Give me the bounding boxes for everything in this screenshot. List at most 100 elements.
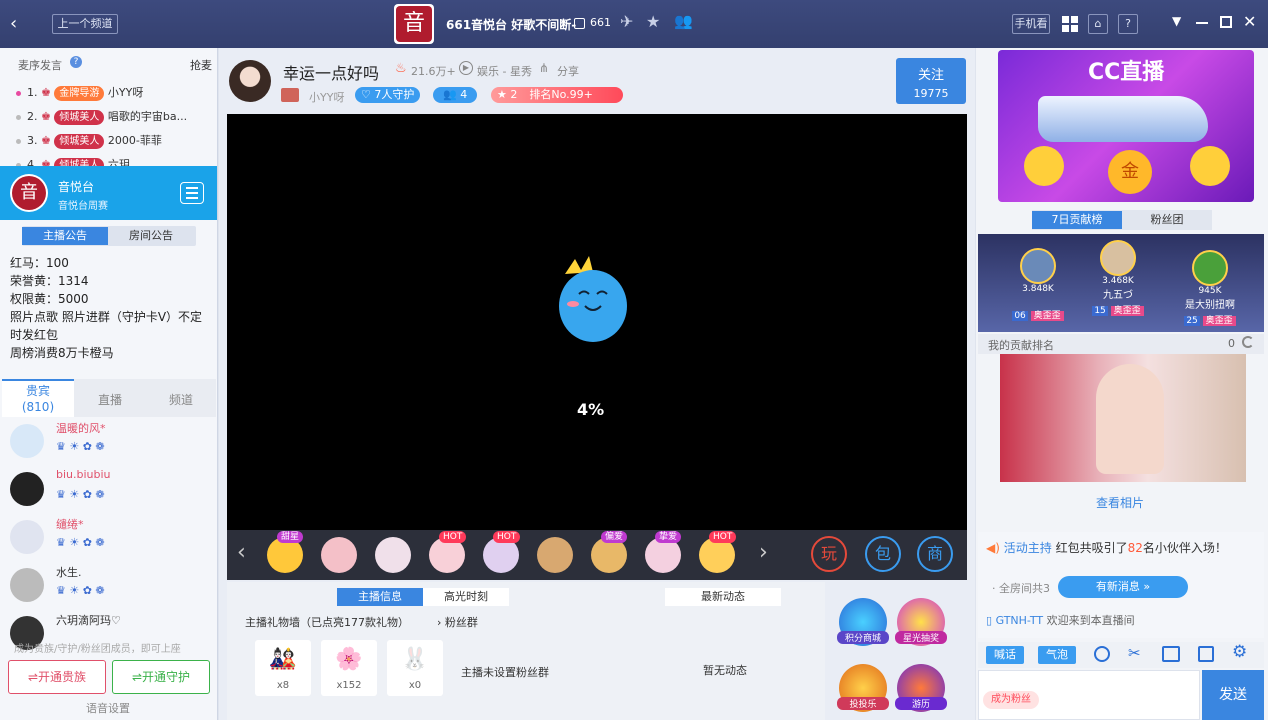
gift-badge: HOT (493, 531, 521, 543)
fans-badge[interactable]: 👥 4 (433, 87, 478, 103)
rank-tag: 倾城美人 (54, 134, 105, 149)
channel-logo: 音 (394, 4, 434, 44)
user-list-item[interactable]: 温暖的风* ♛ ☀ ✿ ❁ (8, 420, 208, 468)
send-button[interactable]: 发送 (1202, 670, 1264, 720)
become-fan-button[interactable]: 成为粉丝 (983, 691, 1039, 709)
grid-icon[interactable] (1062, 16, 1078, 32)
gift-wall-item[interactable]: 🌸 x152 (321, 640, 377, 696)
channel-card[interactable]: 音 音悦台 音悦台周赛 (0, 166, 217, 220)
tab-live[interactable]: 直播 (74, 391, 146, 408)
gift-prev-icon[interactable]: ‹ (237, 540, 246, 565)
mic-rank-item[interactable]: 1. ♚ 金牌导游 小YY呀 (16, 82, 206, 106)
settings-icon[interactable]: ⚙ (1232, 642, 1247, 662)
top-contributor[interactable]: 3.468K 九五づ 15 奥歪歪 (1088, 240, 1148, 316)
rank-badge[interactable]: ★ 2 排名No.99+ (491, 87, 623, 103)
refresh-icon[interactable] (1242, 336, 1254, 348)
follow-button[interactable]: 关注 19775 (896, 58, 966, 104)
star-icon[interactable]: ★ (646, 12, 660, 31)
user-list-item[interactable]: 水生. ♛ ☀ ✿ ❁ (8, 564, 208, 612)
tab-fan-club[interactable]: 粉丝团 (1122, 211, 1212, 229)
gift-wall-item[interactable]: 🐰 x0 (387, 640, 443, 696)
help-icon[interactable]: ? (1118, 14, 1138, 34)
rank-tag: 金牌导游 (54, 86, 105, 101)
fans-group-link[interactable]: › 粉丝群 (437, 614, 478, 630)
anchor-avatar[interactable] (229, 60, 271, 102)
open-guard-button[interactable]: ⇌开通守护 (112, 660, 210, 694)
shop-icon[interactable]: 商 (917, 536, 953, 572)
contributor-name: 九五づ (1103, 290, 1133, 301)
grab-mic-button[interactable]: 抢麦 (190, 57, 212, 73)
minimize-icon[interactable] (1196, 22, 1208, 24)
tab-7day-rank[interactable]: 7日贡献榜 (1032, 211, 1122, 229)
voice-settings-link[interactable]: 语音设置 (86, 700, 130, 716)
chat-input[interactable]: 成为粉丝 (978, 670, 1200, 720)
tab-latest-news[interactable]: 最新动态 (665, 588, 781, 606)
play-game-icon[interactable]: 玩 (811, 536, 847, 572)
image-icon[interactable] (1162, 646, 1180, 662)
user-name: biu.biubiu (56, 468, 111, 481)
prev-channel-button[interactable]: 上一个频道 (52, 14, 118, 34)
gift-wall-title: 主播礼物墙（已点亮177款礼物） (245, 616, 409, 629)
copy-icon[interactable] (1198, 646, 1214, 662)
chat-prefix[interactable]: 活动主持 (1004, 541, 1052, 555)
gift-item[interactable] (537, 537, 573, 573)
top-contributor[interactable]: 3.848K 06 奥歪歪 (1008, 248, 1068, 321)
backpack-icon[interactable]: 包 (865, 536, 901, 572)
shout-button[interactable]: 喊话 (986, 646, 1024, 664)
tab-anchor-notice[interactable]: 主播公告 (22, 227, 108, 245)
phone-icon: ▯ (986, 614, 993, 627)
gift-item[interactable]: 挚爱 (645, 531, 681, 573)
tab-anchor-info[interactable]: 主播信息 (337, 588, 423, 606)
event-banner[interactable]: CC直播 金 (998, 50, 1254, 202)
open-noble-button[interactable]: ⇌开通贵族 (8, 660, 106, 694)
gift-item[interactable]: 甜星 (267, 531, 303, 573)
tab-room-notice[interactable]: 房间公告 (108, 227, 194, 245)
gift-item[interactable]: HOT (483, 531, 521, 573)
share-icon[interactable]: ⋔ (539, 61, 549, 75)
scissors-icon[interactable]: ✂ (1128, 644, 1141, 662)
users-icon[interactable]: 👥 (674, 12, 693, 30)
bubble-button[interactable]: 气泡 (1038, 646, 1076, 664)
guards-badge[interactable]: ♡ 7人守护 (355, 87, 421, 103)
user-list-item[interactable]: 缱绻* ♛ ☀ ✿ ❁ (8, 516, 208, 564)
tab-vip[interactable]: 贵宾 (810) (2, 379, 74, 417)
category-link[interactable]: 娱乐 - 星秀 (477, 63, 532, 79)
gift-bar: ‹ 甜星 HOT HOT 偏爱 挚爱 HOT › 玩 包 商 (227, 530, 967, 580)
close-icon[interactable]: ✕ (1243, 12, 1256, 31)
video-player[interactable]: 4% (227, 114, 967, 530)
gift-item[interactable]: HOT (699, 531, 737, 573)
star-lottery-button[interactable]: 星光抽奖 (895, 598, 947, 646)
tab-highlights[interactable]: 高光时刻 (423, 588, 509, 606)
gift-item[interactable] (321, 537, 357, 573)
play-icon: ▶ (459, 61, 473, 75)
mobile-view-button[interactable]: 手机看 (1012, 14, 1050, 34)
my-rank-value: 0 (1228, 337, 1235, 350)
points-mall-button[interactable]: 积分商城 (837, 598, 889, 646)
tab-channel[interactable]: 频道 (146, 391, 216, 408)
emoji-icon[interactable] (1094, 646, 1110, 662)
top-contributor[interactable]: 945K 是大别扭啊 25 奥歪歪 (1180, 250, 1240, 326)
gift-item[interactable]: 偏爱 (591, 531, 627, 573)
gift-item[interactable] (375, 537, 411, 573)
dropdown-icon[interactable]: ▼ (1172, 14, 1181, 28)
footer-hint: 成为贵族/守护/粉丝团成员，即可上座 (14, 644, 181, 655)
gift-next-icon[interactable]: › (759, 540, 768, 565)
share-link[interactable]: 分享 (557, 63, 579, 79)
anchor-sub-name: 小YY呀 (309, 91, 345, 104)
bell-icon[interactable]: ⌂ (1088, 14, 1108, 34)
anchor-photo[interactable] (1000, 354, 1246, 482)
gift-wall-item[interactable]: 🎎 x8 (255, 640, 311, 696)
view-photos-link[interactable]: 查看相片 (1096, 494, 1144, 511)
vip-icon: ♚ (41, 110, 51, 123)
toss-game-button[interactable]: 投投乐 (837, 664, 889, 712)
new-message-button[interactable]: 有新消息 » (1058, 576, 1188, 598)
plane-icon[interactable]: ✈ (620, 12, 633, 31)
mic-rank-item[interactable]: 2. ♚ 倾城美人 唱歌的宇宙ba... (16, 106, 206, 130)
maximize-icon[interactable] (1220, 16, 1232, 28)
gift-item[interactable]: HOT (429, 531, 467, 573)
back-icon[interactable]: ‹ (10, 14, 26, 34)
user-list-item[interactable]: biu.biubiu ♛ ☀ ✿ ❁ (8, 468, 208, 516)
travel-button[interactable]: 游历 (895, 664, 947, 712)
menu-icon[interactable] (180, 182, 204, 204)
mic-rank-item[interactable]: 3. ♚ 倾城美人 2000-菲菲 (16, 130, 206, 154)
